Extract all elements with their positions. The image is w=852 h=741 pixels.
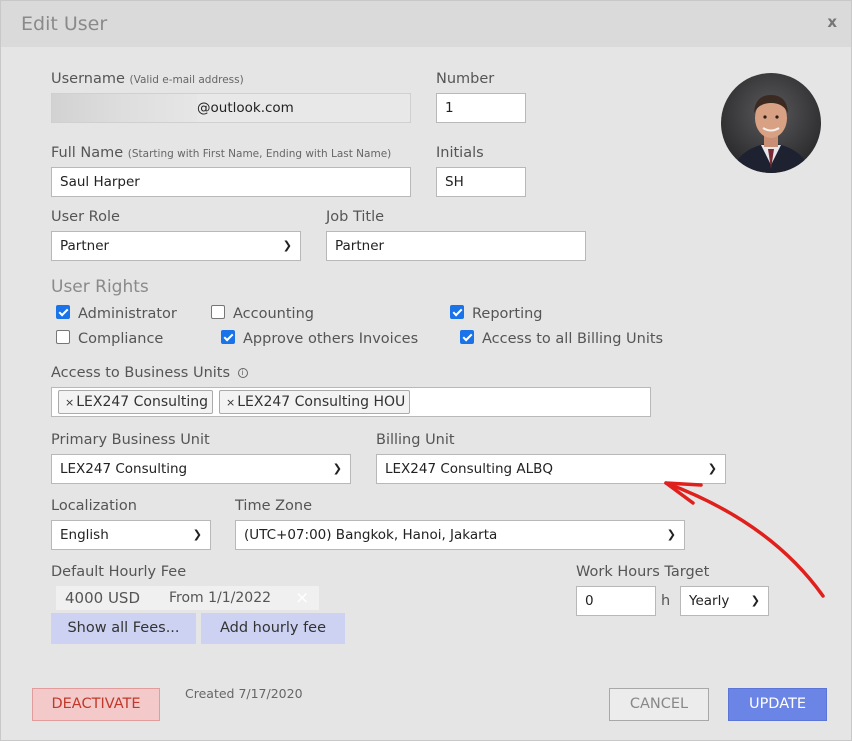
user-role-select[interactable]: Partner ❯ — [51, 231, 301, 261]
user-role-label: User Role — [51, 209, 120, 225]
dialog-titlebar: Edit User x — [1, 1, 851, 47]
localization-label: Localization — [51, 498, 137, 514]
avatar[interactable] — [721, 73, 821, 173]
timezone-select[interactable]: (UTC+07:00) Bangkok, Hanoi, Jakarta ❯ — [235, 520, 685, 550]
checkbox-all-billing-units[interactable]: Access to all Billing Units — [460, 330, 663, 347]
username-label: Username (Valid e-mail address) — [51, 71, 244, 87]
job-title-label: Job Title — [326, 209, 385, 225]
update-button[interactable]: UPDATE — [728, 688, 827, 721]
billing-unit-label: Billing Unit — [376, 432, 455, 448]
hourly-fee-entry: 4000 USD From 1/1/2022 × — [56, 586, 319, 610]
job-title-field[interactable]: Partner — [326, 231, 586, 261]
hourly-fee-label: Default Hourly Fee — [51, 564, 187, 580]
number-label: Number — [436, 71, 495, 87]
number-field[interactable]: 1 — [436, 93, 526, 123]
dialog-title: Edit User — [21, 13, 108, 35]
fee-amount: 4000 USD — [65, 589, 140, 607]
business-unit-tag: × LEX247 Consulting HOU — [219, 390, 411, 414]
info-icon[interactable]: i — [237, 368, 248, 378]
checkbox-unchecked-icon — [56, 330, 70, 344]
initials-label: Initials — [436, 145, 484, 161]
checkbox-checked-icon — [221, 330, 235, 344]
localization-select[interactable]: English ❯ — [51, 520, 211, 550]
close-icon[interactable]: x — [827, 13, 837, 31]
remove-fee-icon[interactable]: × — [295, 586, 309, 610]
fullname-label: Full Name (Starting with First Name, End… — [51, 145, 392, 161]
created-date: Created 7/17/2020 — [185, 686, 303, 701]
primary-bu-label: Primary Business Unit — [51, 432, 210, 448]
annotation-arrow-icon — [664, 481, 825, 598]
checkbox-approve-invoices[interactable]: Approve others Invoices — [221, 330, 418, 347]
checkbox-compliance[interactable]: Compliance — [56, 330, 163, 347]
username-field[interactable]: @outlook.com — [51, 93, 411, 123]
add-hourly-fee-button[interactable]: Add hourly fee — [201, 613, 345, 644]
cancel-button[interactable]: CANCEL — [609, 688, 709, 721]
checkbox-checked-icon — [460, 330, 474, 344]
checkbox-accounting[interactable]: Accounting — [211, 305, 314, 322]
primary-bu-select[interactable]: LEX247 Consulting ❯ — [51, 454, 351, 484]
checkbox-checked-icon — [56, 305, 70, 319]
checkbox-reporting[interactable]: Reporting — [450, 305, 543, 322]
initials-field[interactable]: SH — [436, 167, 526, 197]
edit-user-dialog: Edit User x Username (Valid e-mail addre… — [0, 0, 852, 741]
show-all-fees-button[interactable]: Show all Fees... — [51, 613, 196, 644]
timezone-label: Time Zone — [235, 498, 313, 514]
checkbox-checked-icon — [450, 305, 464, 319]
business-unit-tag: × LEX247 Consulting — [58, 390, 214, 414]
business-units-label: Access to Business Units i — [51, 365, 248, 381]
checkbox-unchecked-icon — [211, 305, 225, 319]
chevron-down-icon: ❯ — [332, 462, 342, 475]
user-rights-heading: User Rights — [51, 277, 149, 297]
redacted-username — [52, 94, 197, 122]
chevron-down-icon: ❯ — [192, 528, 202, 541]
avatar-photo — [721, 73, 821, 173]
fullname-field[interactable]: Saul Harper — [51, 167, 411, 197]
checkbox-administrator[interactable]: Administrator — [56, 305, 177, 322]
remove-tag-icon[interactable]: × — [226, 396, 235, 409]
remove-tag-icon[interactable]: × — [65, 396, 74, 409]
chevron-down-icon: ❯ — [282, 239, 292, 252]
fee-from-date: From 1/1/2022 — [169, 590, 272, 606]
deactivate-button[interactable]: DEACTIVATE — [32, 688, 160, 721]
